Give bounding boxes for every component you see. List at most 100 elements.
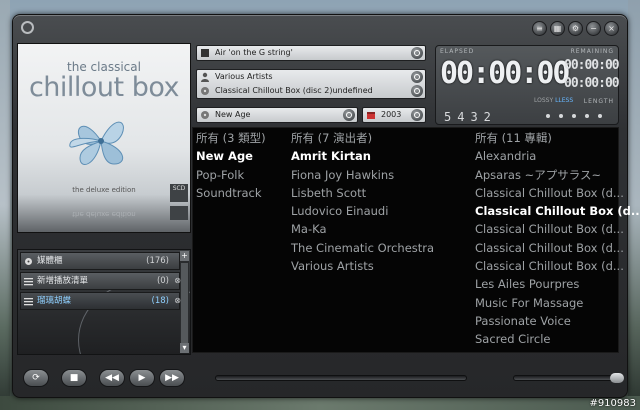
track-row[interactable]: Air 'on the G string' xyxy=(196,45,426,61)
browser-item[interactable]: Classical Chillout Box (d... xyxy=(475,239,640,257)
playlist-item[interactable]: 瑠璃胡蝶 (18) ⊗ xyxy=(20,292,181,310)
artist-column-header[interactable]: 所有 (7 演出者) xyxy=(291,129,434,147)
search-album-icon[interactable] xyxy=(411,85,423,97)
playlist-name: 媒體櫃 xyxy=(37,256,63,266)
playback-controls: ⟳ ■ ◀◀ ▶ ▶▶ xyxy=(13,365,627,393)
browser-item[interactable]: Ludovico Einaudi xyxy=(291,202,434,220)
seek-bar[interactable] xyxy=(215,375,467,381)
close-icon[interactable]: ⊗ xyxy=(174,293,181,309)
browser-item[interactable]: Amrit Kirtan xyxy=(291,147,434,165)
browser-item[interactable]: Classical Chillout Box (d... xyxy=(475,220,640,238)
close-icon[interactable]: × xyxy=(604,21,619,36)
playlist-count: (0) xyxy=(156,276,169,286)
browser-item[interactable]: Lisbeth Scott xyxy=(291,184,434,202)
playlist-icon xyxy=(24,298,33,306)
playlist-name: 新增播放清單 xyxy=(37,276,89,286)
scroll-down-icon[interactable]: ▾ xyxy=(180,343,189,353)
browser-item[interactable]: Various Artists xyxy=(291,257,434,275)
app-icon[interactable] xyxy=(21,21,34,34)
genre-name: New Age xyxy=(215,110,251,119)
stop-icon[interactable]: ■ xyxy=(61,369,87,387)
browser-item[interactable]: Les Ailes Pourpres xyxy=(475,275,640,293)
track-square-icon xyxy=(201,49,209,57)
genre-row[interactable]: New Age xyxy=(196,107,358,123)
playlist-item[interactable]: 新增播放清單 (0) ⊗ xyxy=(20,272,181,290)
volume-knob[interactable] xyxy=(610,373,624,383)
playlist-name: 瑠璃胡蝶 xyxy=(37,296,72,306)
remaining-time[interactable]: 00:00:00 xyxy=(564,58,620,73)
album-art[interactable]: the classical chillout box the deluxe ed… xyxy=(17,43,191,233)
genre-column-header[interactable]: 所有 (3 類型) xyxy=(196,129,266,147)
search-genre-icon[interactable] xyxy=(343,109,355,121)
track-title: Air 'on the G string' xyxy=(215,48,293,57)
calendar-icon xyxy=(367,112,375,119)
playlist-item[interactable]: 媒體櫃 (176) xyxy=(20,252,180,270)
next-icon[interactable]: ▶▶ xyxy=(159,369,185,387)
artist-column: 所有 (7 演出者) Amrit Kirtan Fiona Joy Hawkins… xyxy=(291,129,434,275)
playlist-count: (18) xyxy=(151,296,169,306)
browser-item[interactable]: Classical Chillout Box (d... xyxy=(475,184,640,202)
play-icon[interactable]: ▶ xyxy=(129,369,155,387)
genre-icon xyxy=(201,111,209,119)
format-indicator: LOSSY LLESS xyxy=(534,97,573,104)
scroll-thumb[interactable] xyxy=(181,263,188,343)
album-art-reflection: the deluxe edition xyxy=(72,210,136,218)
rating-dot[interactable] xyxy=(598,114,602,118)
year-row[interactable]: 2003 xyxy=(362,107,426,123)
artist-album-row[interactable]: Various Artists Classical Chillout Box (… xyxy=(196,69,426,99)
minimize-icon[interactable]: − xyxy=(586,21,601,36)
lossy-label: LOSSY xyxy=(534,97,554,104)
time-display: ELAPSED REMAINING 00:00:00 00:00:00 00:0… xyxy=(435,45,620,125)
rating-dots[interactable] xyxy=(546,114,602,118)
settings-icon[interactable]: ⚙ xyxy=(568,21,583,36)
playlist-scrollbar[interactable]: + ▾ xyxy=(180,251,189,353)
repeat-icon[interactable]: ⟳ xyxy=(23,369,49,387)
scroll-up-icon[interactable]: + xyxy=(180,251,189,261)
album-column-header[interactable]: 所有 (11 專輯) xyxy=(475,129,640,147)
remaining-label: REMAINING xyxy=(570,48,614,55)
album-name: Classical Chillout Box (disc 2)undefined xyxy=(215,86,373,95)
library-browser: 所有 (3 類型) New Age Pop-Folk Soundtrack 所有 (… xyxy=(192,127,640,353)
rating-dot[interactable] xyxy=(559,114,563,118)
album-art-badge-secondary xyxy=(170,206,188,220)
browser-item[interactable]: Apsaras ~アプサラス~ xyxy=(475,166,640,184)
browser-item[interactable]: Classical Chillout Box (d... xyxy=(475,257,640,275)
library-icon xyxy=(25,258,32,265)
rating-numbers[interactable]: 5432 xyxy=(444,110,497,124)
search-track-icon[interactable] xyxy=(411,47,423,59)
lossless-label: LLESS xyxy=(555,97,574,104)
album-art-edition: the deluxe edition xyxy=(72,186,136,194)
browser-item[interactable]: New Age xyxy=(196,147,266,165)
menu-icon[interactable]: ≡ xyxy=(532,21,547,36)
search-year-icon[interactable] xyxy=(411,109,423,121)
desktop-bottom-edge xyxy=(0,396,640,410)
browser-item[interactable]: Ma-Ka xyxy=(291,220,434,238)
year-value: 2003 xyxy=(381,110,402,119)
search-artist-icon[interactable] xyxy=(411,71,423,83)
watermark: #910983 xyxy=(589,398,636,409)
title-bar[interactable]: ≡ ▦ ⚙ − × xyxy=(13,15,627,41)
rating-dot[interactable] xyxy=(572,114,576,118)
browser-item[interactable]: Passionate Voice xyxy=(475,312,640,330)
rating-dot[interactable] xyxy=(585,114,589,118)
browser-item[interactable]: Music For Massage xyxy=(475,294,640,312)
browser-item[interactable]: Sacred Circle xyxy=(475,330,640,348)
close-icon[interactable]: ⊗ xyxy=(174,273,181,289)
grid-view-icon[interactable]: ▦ xyxy=(550,21,565,36)
player-window: ≡ ▦ ⚙ − × the classical chillout box the… xyxy=(12,14,640,398)
volume-slider[interactable] xyxy=(513,373,624,383)
window-buttons: ≡ ▦ ⚙ − × xyxy=(532,21,619,36)
length-time[interactable]: 00:00:00 xyxy=(564,76,620,91)
browser-item[interactable]: Fiona Joy Hawkins xyxy=(291,166,434,184)
playlist-count: (176) xyxy=(146,256,169,266)
album-art-badge: SCD xyxy=(170,184,188,202)
browser-item[interactable]: Alexandria xyxy=(475,147,640,165)
browser-item[interactable]: Pop-Folk xyxy=(196,166,266,184)
browser-item[interactable]: Classical Chillout Box (d... xyxy=(475,202,640,220)
previous-icon[interactable]: ◀◀ xyxy=(99,369,125,387)
browser-item[interactable]: The Cinematic Orchestra xyxy=(291,239,434,257)
rating-dot[interactable] xyxy=(546,114,550,118)
elapsed-time[interactable]: 00:00:00 xyxy=(440,56,570,91)
artist-name: Various Artists xyxy=(215,72,273,81)
browser-item[interactable]: Soundtrack xyxy=(196,184,266,202)
